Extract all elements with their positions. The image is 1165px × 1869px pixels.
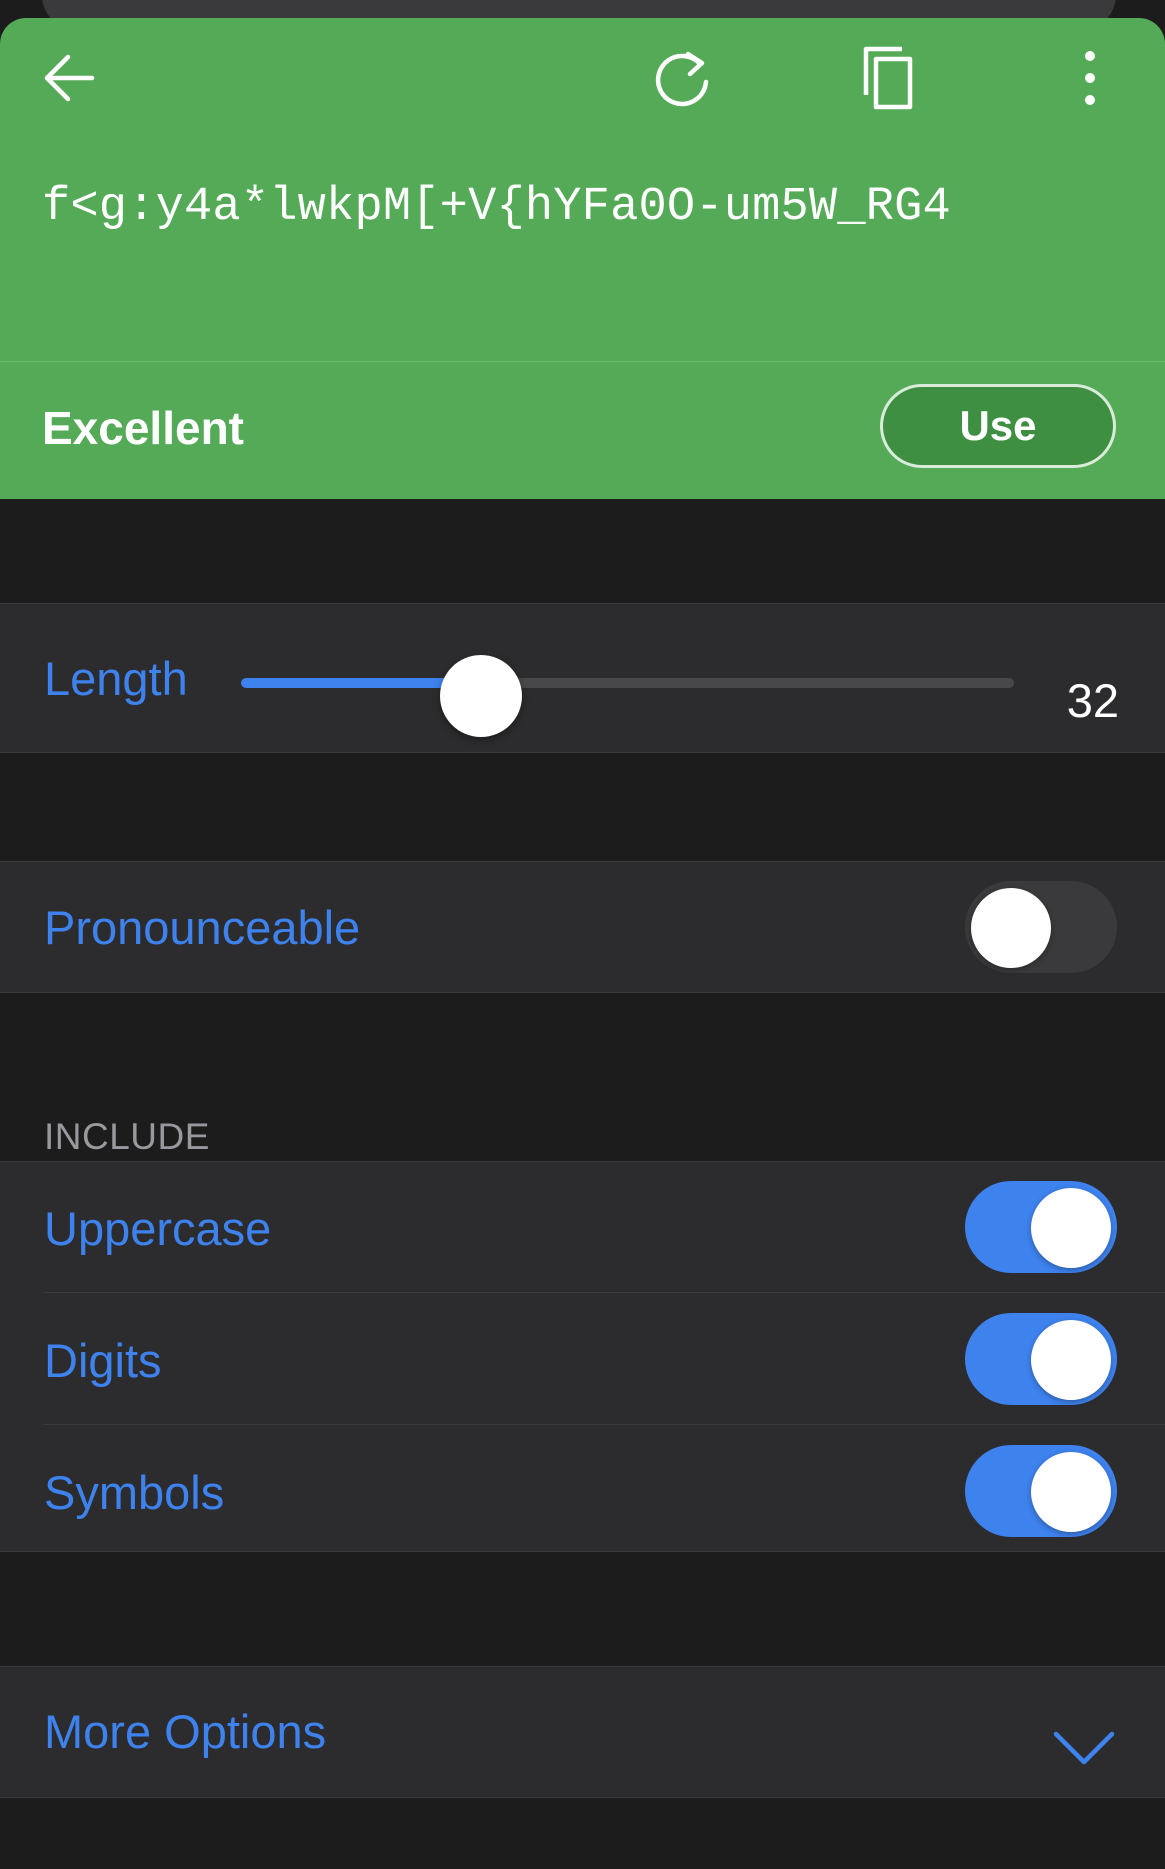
toggle-knob [1031,1320,1111,1400]
pronounceable-toggle[interactable] [965,881,1117,973]
digits-toggle[interactable] [965,1313,1117,1405]
strength-label: Excellent [42,402,244,454]
password-generator-sheet: f<g:y4a*lwkpM[+V{hYFa0O-um5W_RG4 Excelle… [0,18,1165,1869]
length-slider-thumb[interactable] [439,655,522,737]
row-divider [44,1292,1165,1293]
generated-password: f<g:y4a*lwkpM[+V{hYFa0O-um5W_RG4 [42,181,951,234]
uppercase-label: Uppercase [44,1202,272,1255]
refresh-icon [655,51,709,107]
use-password-button[interactable]: Use [880,384,1116,468]
copy-icon [863,46,913,110]
length-label: Length [44,652,188,705]
back-button[interactable] [30,38,110,118]
chevron-down-icon[interactable] [1052,1728,1116,1768]
digits-label: Digits [44,1334,162,1387]
include-section-header: INCLUDE [44,1116,210,1157]
regenerate-button[interactable] [642,38,722,118]
pronounceable-label: Pronounceable [44,901,361,954]
more-options-label[interactable]: More Options [44,1704,326,1759]
copy-button[interactable] [848,38,928,118]
row-divider [44,1424,1165,1425]
arrow-left-icon [44,54,95,102]
symbols-label: Symbols [44,1466,225,1519]
uppercase-toggle[interactable] [965,1181,1117,1273]
symbols-toggle[interactable] [965,1445,1117,1537]
toggle-knob [1031,1188,1111,1268]
toggle-knob [1031,1452,1111,1532]
length-value: 32 [1066,674,1119,727]
more-vertical-icon [1085,51,1095,105]
toggle-knob [971,888,1051,968]
length-slider[interactable] [241,678,1014,688]
more-menu-button[interactable] [1050,38,1130,118]
